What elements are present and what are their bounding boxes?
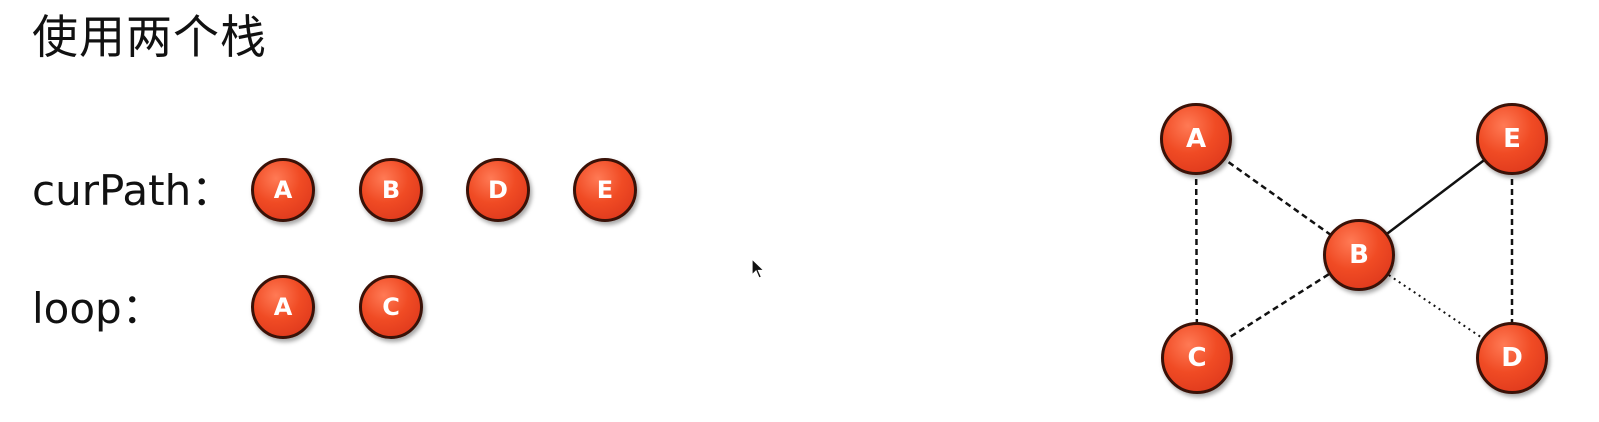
graph-node-b: B (1323, 219, 1395, 291)
graph-node-d: D (1476, 322, 1548, 394)
graph-node-c: C (1161, 322, 1233, 394)
mouse-pointer-icon (751, 258, 765, 279)
graph-node-a: A (1160, 103, 1232, 175)
graph-edges (1194, 137, 1514, 360)
graph-node-e: E (1476, 103, 1548, 175)
